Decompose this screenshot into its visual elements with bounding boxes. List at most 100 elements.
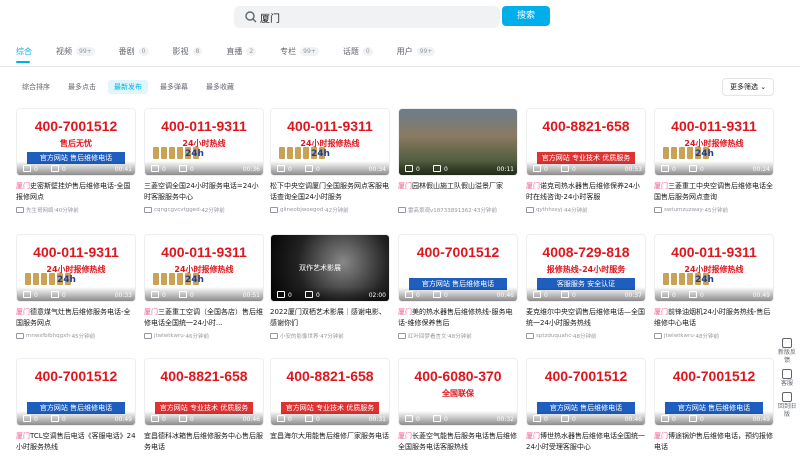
video-meta: swtumzuzway · 45分钟前 bbox=[654, 206, 774, 214]
search-query: 厦门 bbox=[260, 14, 280, 25]
search-button[interactable]: 搜索 bbox=[502, 6, 550, 26]
tab-item[interactable]: 直播 2 bbox=[226, 44, 257, 58]
tab-item[interactable]: 视频 99+ bbox=[56, 44, 95, 58]
uploader-name[interactable]: sptzduquahc bbox=[536, 333, 571, 339]
sort-option[interactable]: 综合排序 bbox=[16, 80, 56, 94]
video-card[interactable]: 0 0 00:11 厦门园林假山施工队假山溢景厂家 雷高景观v18733891362 ·… bbox=[398, 108, 518, 226]
feedback-button[interactable]: 新版反馈 bbox=[778, 338, 796, 365]
video-card[interactable]: 400-011-9311 24小时报修热线 24h 0 0 00:49 厦门前锋油烟机24小… bbox=[654, 234, 774, 352]
video-thumbnail[interactable]: 400-011-9311 24小时报修热线 24h 0 0 00:51 bbox=[144, 234, 264, 302]
uploader-name[interactable]: 红叶回梦看言文 bbox=[408, 332, 447, 340]
video-thumbnail[interactable]: 400-8821-658 官方网站 专业技术 优质服务 0 0 00:53 bbox=[526, 108, 646, 176]
video-thumbnail[interactable]: 双作艺术影展 0 0 02:00 bbox=[270, 234, 390, 302]
uploader-name[interactable]: 雷高景观v18733891362 bbox=[408, 206, 472, 214]
danmaku-icon bbox=[561, 291, 569, 298]
video-card[interactable]: 400-011-9311 24小时报修热线 24h 0 0 00:34 松下中央空调厦门全国… bbox=[270, 108, 390, 226]
tab-label: 用户 bbox=[396, 46, 413, 56]
uploader-name[interactable]: cqngcgvcvtgged bbox=[154, 207, 200, 213]
video-title[interactable]: 厦门美的热水器售后维修热线-服务电话-维修保养售后 bbox=[398, 307, 518, 331]
uploader-icon bbox=[144, 333, 152, 339]
video-card[interactable]: 400-011-9311 24小时热线 24h 0 0 00:36 三菱空调全国24小时服务… bbox=[144, 108, 264, 226]
tab-item[interactable]: 用户 99+ bbox=[397, 44, 436, 58]
play-count-icon bbox=[661, 165, 669, 172]
uploader-name[interactable]: jtwlwtkwru bbox=[664, 333, 694, 339]
uploader-name[interactable]: qythhssyj bbox=[536, 207, 562, 213]
video-title[interactable]: 厦门三菱重工空调（全国各店）售后维修电话全国统一24小时... bbox=[144, 307, 264, 331]
video-title[interactable]: 厦门博途锅炉售后维修电话，预约报修电话 bbox=[654, 431, 774, 455]
title-highlight: 厦门 bbox=[654, 182, 668, 190]
type-tabs: 综合 视频 99+ 番剧 0 影视 8 直播 2 专栏 99+ 话题 0 用户 99+ bbox=[16, 44, 459, 58]
video-card[interactable]: 400-011-9311 24小时报修热线 24h 0 0 00:24 厦门三菱重工中央空调… bbox=[654, 108, 774, 226]
video-thumbnail[interactable]: 0 0 00:11 bbox=[398, 108, 518, 176]
video-card[interactable]: 400-6080-370 全国联保 0 0 00:32 厦门长菱空气能售后服务电话售后维修… bbox=[398, 358, 518, 476]
video-title[interactable]: 厦门诺克司热水器售后维修保养24小时在线咨询-24小时客服 bbox=[526, 181, 646, 205]
video-title[interactable]: 厦门长菱空气能售后服务电话售后维修全国服务电话客服热线 bbox=[398, 431, 518, 455]
video-title[interactable]: 麦克维尔中央空调售后维修电话—全国统一24小时服务热线 bbox=[526, 307, 646, 331]
video-title[interactable]: 三菱空调全国24小时服务电话=24小时客服服务中心 bbox=[144, 181, 264, 205]
video-thumbnail[interactable]: 400-6080-370 全国联保 0 0 00:32 bbox=[398, 358, 518, 426]
play-count: 0 bbox=[672, 416, 676, 423]
play-count: 0 bbox=[416, 416, 420, 423]
video-thumbnail[interactable]: 400-011-9311 24小时热线 24h 0 0 00:36 bbox=[144, 108, 264, 176]
tab-item[interactable]: 专栏 99+ bbox=[280, 44, 319, 58]
video-title[interactable]: 厦门史密斯壁挂炉售后维修电话-全国报修网点 bbox=[16, 181, 136, 205]
video-card[interactable]: 400-7001512 官方网站 售后维修电话 0 0 00:49 厦门博途锅炉售后维修电… bbox=[654, 358, 774, 476]
tab-item[interactable]: 影视 8 bbox=[173, 44, 203, 58]
video-thumbnail[interactable]: 400-7001512 售后无忧 官方网站 售后维修电话 0 0 00:41 bbox=[16, 108, 136, 176]
sort-option[interactable]: 最多收藏 bbox=[200, 80, 240, 94]
video-card[interactable]: 400-8821-658 官方网站 专业技术 优质服务 0 0 00:31 宜昌海尔大用能… bbox=[270, 358, 390, 476]
uploader-name[interactable]: jtwlwtkwru bbox=[154, 333, 184, 339]
sort-option[interactable]: 最新发布 bbox=[108, 80, 148, 94]
uploader-name[interactable]: mnwsfblbhqgxh bbox=[26, 333, 70, 339]
video-title[interactable]: 宜昌德科冰箱售后维修服务中心售后服务电话 bbox=[144, 431, 264, 455]
more-filter-button[interactable]: 更多筛选 ⌄ bbox=[722, 78, 774, 96]
side-label: 客服 bbox=[780, 380, 793, 387]
video-card[interactable]: 4008-729-818 报修热线-24小时服务 客服服务 安全认证 0 0 00:37 麦… bbox=[526, 234, 646, 352]
video-thumbnail[interactable]: 400-7001512 官方网站 售后维修电话 0 0 00:46 bbox=[526, 358, 646, 426]
video-card[interactable]: 400-8821-658 官方网站 专业技术 优质服务 0 0 00:53 厦门诺克司热水… bbox=[526, 108, 646, 226]
video-card[interactable]: 400-7001512 官方网站 售后维修电话 0 0 00:46 厦门博世热水器售后维修… bbox=[526, 358, 646, 476]
sort-option[interactable]: 最多点击 bbox=[62, 80, 102, 94]
video-thumbnail[interactable]: 400-8821-658 官方网站 专业技术 优质服务 0 0 00:46 bbox=[144, 358, 264, 426]
video-title[interactable]: 厦门德意煤气灶售后维修服务电话-全国服务网点 bbox=[16, 307, 136, 331]
video-thumbnail[interactable]: 400-7001512 官方网站 售后维修电话 0 0 00:46 bbox=[398, 234, 518, 302]
video-title[interactable]: 厦门博世热水器售后维修电话全国统一24小时受理客服中心 bbox=[526, 431, 646, 455]
video-thumbnail[interactable]: 400-011-9311 24小时报修热线 24h 0 0 00:49 bbox=[654, 234, 774, 302]
video-title[interactable]: 厦门前锋油烟机24小时服务热线-售后维修中心电话 bbox=[654, 307, 774, 331]
uploader-name[interactable]: 先生哥网络 bbox=[26, 206, 54, 214]
tab-item[interactable]: 综合 bbox=[16, 44, 32, 58]
video-title[interactable]: 2022厦门双栖艺术影展｜感谢电影、感谢你们 bbox=[270, 307, 390, 331]
old-version-button[interactable]: 回到旧版 bbox=[778, 392, 796, 419]
video-title[interactable]: 宜昌海尔大用能售后维修厂家服务电话 bbox=[270, 431, 390, 455]
video-title[interactable]: 厦门三菱重工中央空调售后维修电话全国售后服务网点查询 bbox=[654, 181, 774, 205]
video-title[interactable]: 松下中央空调厦门全国服务网点客服电话查询全国24小时服务 bbox=[270, 181, 390, 205]
sort-option[interactable]: 最多弹幕 bbox=[154, 80, 194, 94]
video-thumbnail[interactable]: 400-011-9311 24小时报修热线 24h 0 0 00:24 bbox=[654, 108, 774, 176]
video-thumbnail[interactable]: 400-7001512 官方网站 售后维修电话 0 0 00:49 bbox=[16, 358, 136, 426]
title-highlight: 厦门 bbox=[398, 182, 412, 190]
tab-item[interactable]: 话题 0 bbox=[343, 44, 373, 58]
video-thumbnail[interactable]: 4008-729-818 报修热线-24小时服务 客服服务 安全认证 0 0 00:37 bbox=[526, 234, 646, 302]
video-card[interactable]: 400-7001512 官方网站 售后维修电话 0 0 00:46 厦门美的热水器售后维修… bbox=[398, 234, 518, 352]
play-count: 0 bbox=[672, 292, 676, 299]
uploader-name[interactable]: swtumzuzway bbox=[664, 207, 703, 213]
video-card[interactable]: 400-7001512 售后无忧 官方网站 售后维修电话 0 0 00:41 厦门史密斯壁挂… bbox=[16, 108, 136, 226]
service-button[interactable]: 客服 bbox=[778, 369, 796, 388]
uploader-name[interactable]: glineobjwoegod bbox=[280, 207, 323, 213]
video-card[interactable]: 400-7001512 官方网站 售后维修电话 0 0 00:49 厦门TCL空调售后电话… bbox=[16, 358, 136, 476]
video-card[interactable]: 双作艺术影展 0 0 02:00 2022厦门双栖艺术影展｜感谢电影、感谢你们 小安的影像… bbox=[270, 234, 390, 352]
thumb-phone: 400-011-9311 bbox=[161, 118, 247, 134]
uploader-name[interactable]: 小安的影像世界 bbox=[280, 332, 319, 340]
side-tools: 新版反馈 客服 回到旧版 bbox=[778, 338, 796, 423]
video-card[interactable]: 400-011-9311 24小时报修热线 24h 0 0 00:33 厦门德意煤气灶售后维… bbox=[16, 234, 136, 352]
video-thumbnail[interactable]: 400-8821-658 官方网站 专业技术 优质服务 0 0 00:31 bbox=[270, 358, 390, 426]
video-title[interactable]: 厦门TCL空调售后电话《客服电话》24小时服务热线 bbox=[16, 431, 136, 455]
video-thumbnail[interactable]: 400-7001512 官方网站 售后维修电话 0 0 00:49 bbox=[654, 358, 774, 426]
video-thumbnail[interactable]: 400-011-9311 24小时报修热线 24h 0 0 00:34 bbox=[270, 108, 390, 176]
video-card[interactable]: 400-8821-658 官方网站 专业技术 优质服务 0 0 00:46 宜昌德科冰箱售… bbox=[144, 358, 264, 476]
tab-item[interactable]: 番剧 0 bbox=[119, 44, 149, 58]
search-input[interactable]: 厦门 bbox=[234, 6, 500, 28]
video-thumbnail[interactable]: 400-011-9311 24小时报修热线 24h 0 0 00:33 bbox=[16, 234, 136, 302]
video-title[interactable]: 厦门园林假山施工队假山溢景厂家 bbox=[398, 181, 518, 205]
video-card[interactable]: 400-011-9311 24小时报修热线 24h 0 0 00:51 厦门三菱重工空调（全… bbox=[144, 234, 264, 352]
